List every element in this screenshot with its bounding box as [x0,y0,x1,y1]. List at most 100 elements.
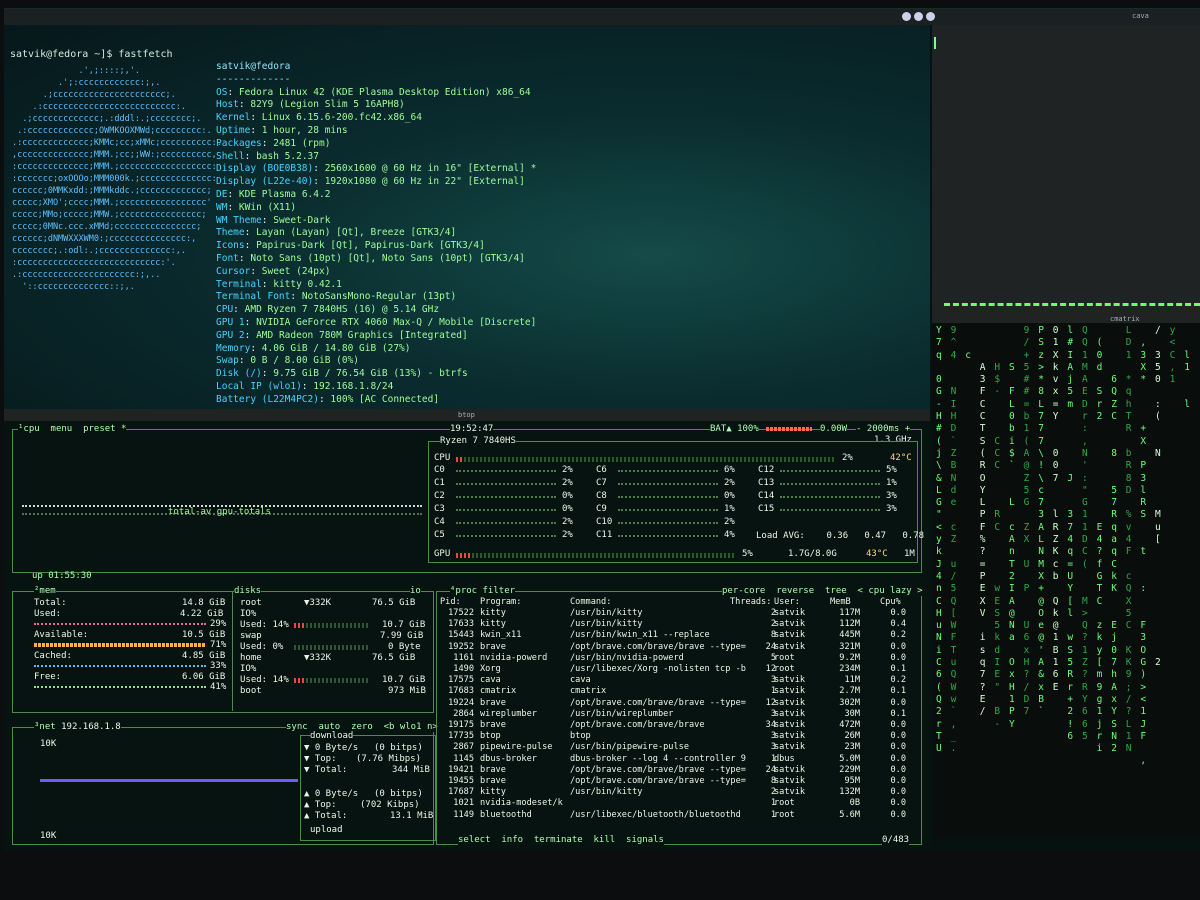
proc-header-threads[interactable]: Threads: [730,597,771,607]
proc-cell-user: satvik [774,787,806,798]
info-row: Disk (/): 9.75 GiB / 76.54 GiB (13%) - b… [216,368,468,380]
proc-cell-user: dbus [774,753,795,764]
table-row[interactable]: 2864 wireplumber/usr/bin/wireplumber 3 satv… [440,709,925,720]
table-row[interactable]: 1149 bluetoothd/usr/libexec/bluetooth/blu… [440,810,925,821]
cpu-label[interactable]: ¹cpu [18,424,40,434]
info-value: AMD Radeon 780M Graphics [Integrated] [256,329,468,341]
info-row: CPU: AMD Ryzen 7 7840HS (16) @ 5.14 GHz [216,304,440,316]
matrix-column: l 1 l [1184,349,1190,410]
proc-cell-cpu: 0.4 [890,619,906,630]
cava-window[interactable] [932,25,1200,311]
table-row[interactable]: 1490 Xorg/usr/libexec/Xorg -nolisten tcp … [440,664,925,675]
table-row[interactable]: 1161 nvidia-powerd/usr/bin/nvidia-powerd 5… [440,653,925,664]
mem-box-title[interactable]: ²mem [34,586,56,596]
fastfetch-terminal[interactable]: satvik@fedora ~]$ fastfetch .',;::::;,'.… [4,25,930,409]
table-row[interactable]: 17687 kitty/usr/bin/kitty 2 satvik 132M 0.0 [440,787,925,798]
info-row: Terminal: kitty 0.42.1 [216,278,342,290]
menu-button[interactable]: menu [51,424,73,434]
minimize-button[interactable] [902,12,911,21]
proc-cell-program: pipewire-pulse [480,742,553,753]
table-row[interactable]: 15443 kwin_x11/usr/bin/kwin_x11 --replace… [440,630,925,641]
download-rate: ▼ 0 Byte/s [304,743,359,753]
core-meter [618,509,718,514]
proc-cell-threads: 34 [765,720,776,730]
proc-options[interactable]: per-core reverse tree < cpu lazy > [722,586,923,596]
proc-header-program[interactable]: Program: [480,597,521,607]
table-row[interactable]: 19175 brave/opt/brave.com/brave/brave 34 sa… [440,720,925,731]
info-key: Terminal [216,278,262,290]
net-box-title[interactable]: ³net 192.168.1.8 [34,722,121,732]
core-meter [780,483,880,488]
proc-cell-mem: 229M [839,764,860,775]
proc-cell-pid: 17575 [448,675,474,686]
disks-box-title[interactable]: disks [234,586,262,596]
info-value: 4.06 GiB / 14.80 GiB (27%) [261,342,411,354]
info-row: Terminal Font: NotoSansMono-Regular (13p… [216,291,457,303]
matrix-column: / 3 5 0 : ( N M u [ 2 [1155,325,1161,669]
core-name: C3 [434,504,445,514]
preset-button[interactable]: preset * [83,424,126,434]
proc-cell-cpu: 0.0 [890,787,906,798]
info-button[interactable]: info [501,835,523,845]
cmatrix-window[interactable]: Y 7 q 0 G - H # ( j \ & L G " < y k J 4 … [932,311,1200,839]
table-row[interactable]: 19252 brave/opt/brave.com/brave/brave --t… [440,642,925,653]
signals-button[interactable]: signals [626,835,664,845]
core-meter [780,509,880,514]
net-controls[interactable]: sync auto zero <b wlo1 n> [286,722,438,732]
core-name: C13 [758,478,775,488]
btop-window[interactable]: ¹cpu menu preset * 19:52:47 BAT▲ 100% 0.… [4,421,930,851]
matrix-column: y < C , 1 [1169,325,1176,386]
proc-cell-cpu: 0.0 [890,641,906,652]
info-row: Swap: 0 B / 8.00 GiB (0%) [216,355,360,367]
proc-header-user[interactable]: User: [774,597,800,607]
info-value: 100% [AC Connected] [330,393,440,405]
proc-cell-command: dbus-broker --log 4 --controller 9 [570,753,746,764]
kill-button[interactable]: kill [594,835,616,845]
core-meter [780,470,880,475]
proc-cell-mem: 472M [839,720,860,730]
maximize-button[interactable] [914,12,923,21]
table-row[interactable]: 1021 nvidia-modeset/k 1 root 0B 0.0 [440,798,925,809]
io-toggle[interactable]: io [410,586,421,596]
table-row[interactable]: 17522 kitty/usr/bin/kitty 2 satvik 117M 0.0 [440,608,925,619]
table-row[interactable]: 17575 cava cava 3 satvik 11M 0.2 [440,675,925,686]
cpu-temp: 42°C [890,453,912,463]
upload-top: ▲ Top: [304,800,337,810]
proc-cell-user: satvik [774,731,806,742]
table-row[interactable]: 19224 brave/opt/brave.com/brave/brave --t… [440,698,925,709]
core-name: C8 [596,491,607,501]
proc-cell-threads: 1 [770,798,776,809]
proc-cell-program: brave [480,720,506,730]
proc-cell-pid: 1145 [453,753,474,764]
proc-header-pid[interactable]: Pid: [440,597,461,607]
table-row[interactable]: 17735 btop btop 3 satvik 26M 0.0 [440,731,925,742]
user-host: satvik@fedora [216,61,291,72]
table-row[interactable]: 19455 brave/opt/brave.com/brave/brave --t… [440,776,925,787]
table-row[interactable]: 17683 cmatrix cmatrix 1 satvik 2.7M 0.1 [440,686,925,697]
proc-cell-mem: 2.7M [839,686,860,697]
core-meter [618,496,718,501]
proc-cell-pid: 19175 [448,720,474,730]
info-value: Sweet-Dark [273,214,331,226]
disk-swap-size: 7.99 GiB [380,631,424,641]
proc-header-cpu[interactable]: Cpu% [880,597,901,607]
proc-cell-cpu: 0.0 [890,731,906,742]
interval-control[interactable]: - 2000ms + [856,424,911,434]
core-name: C9 [596,504,607,514]
net-download-graph [40,779,298,782]
mem-cached: 4.85 GiB [182,651,226,661]
proc-cell-cpu: 0.1 [890,708,906,719]
proc-box-title[interactable]: ⁴proc filter [450,586,516,596]
table-row[interactable]: 1145 dbus-broker dbus-broker --log 4 --con… [440,754,925,765]
matrix-column: Q Q 1 M A E D r : , N ' : " G 1 1 D C ( … [1082,325,1088,742]
core-meter [456,483,556,488]
table-row[interactable]: 17633 kitty/usr/bin/kitty 2 satvik 112M 0.4 [440,619,925,630]
proc-header-mem[interactable]: MemB [830,597,851,607]
select-button[interactable]: select [458,835,491,845]
table-row[interactable]: 2867 pipewire-pulse/usr/bin/pipewire-puls… [440,742,925,753]
proc-header-command[interactable]: Command: [570,597,611,607]
table-row[interactable]: 19421 brave/opt/brave.com/brave/brave --t… [440,765,925,776]
terminate-button[interactable]: terminate [534,835,583,845]
close-button[interactable] [926,12,935,21]
cmatrix-titlebar [932,311,1200,323]
